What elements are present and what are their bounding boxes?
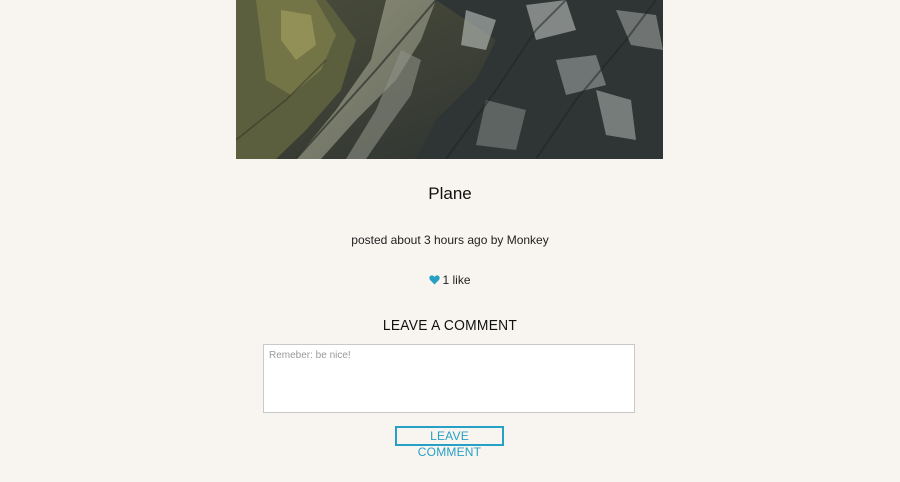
heart-icon[interactable] [429,274,441,288]
post-photo [236,0,663,159]
leave-comment-button[interactable]: LEAVE COMMENT [395,426,504,459]
comment-input[interactable] [263,344,635,413]
likes-row: 1 like [0,273,900,288]
post-meta: posted about 3 hours ago by Monkey [351,233,549,247]
likes-count: 1 like [442,273,471,287]
comment-heading: LEAVE A COMMENT [382,317,518,334]
post-page: Plane posted about 3 hours ago by Monkey… [0,0,900,482]
post-title: Plane [428,184,472,203]
